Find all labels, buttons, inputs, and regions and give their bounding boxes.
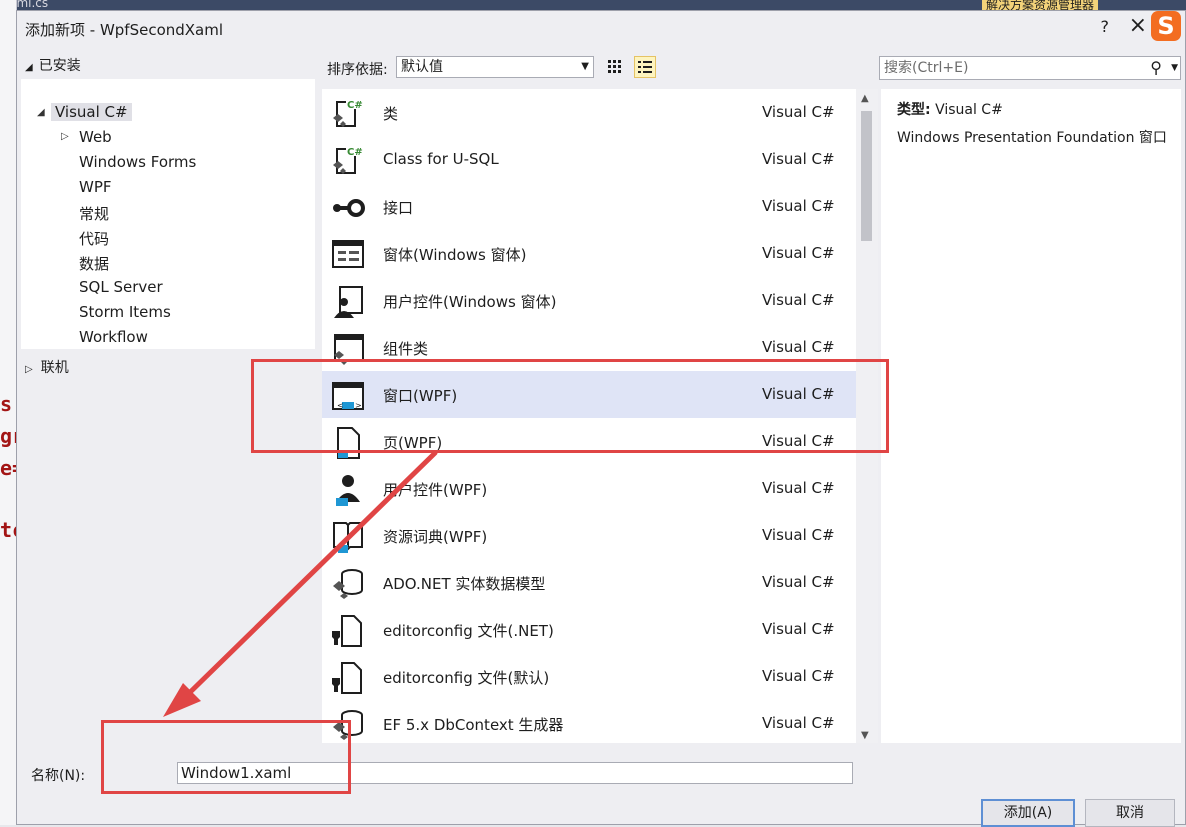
annotation-arrow	[163, 450, 438, 717]
code-fragment: s	[0, 392, 13, 416]
add-new-item-dialog: 添加新项 - WpfSecondXaml ? × S ◢ 已安装 ◢ Visual…	[16, 10, 1186, 827]
ide-titlebar-strip: xaml.cs 解决方案资源管理器	[0, 0, 1186, 13]
